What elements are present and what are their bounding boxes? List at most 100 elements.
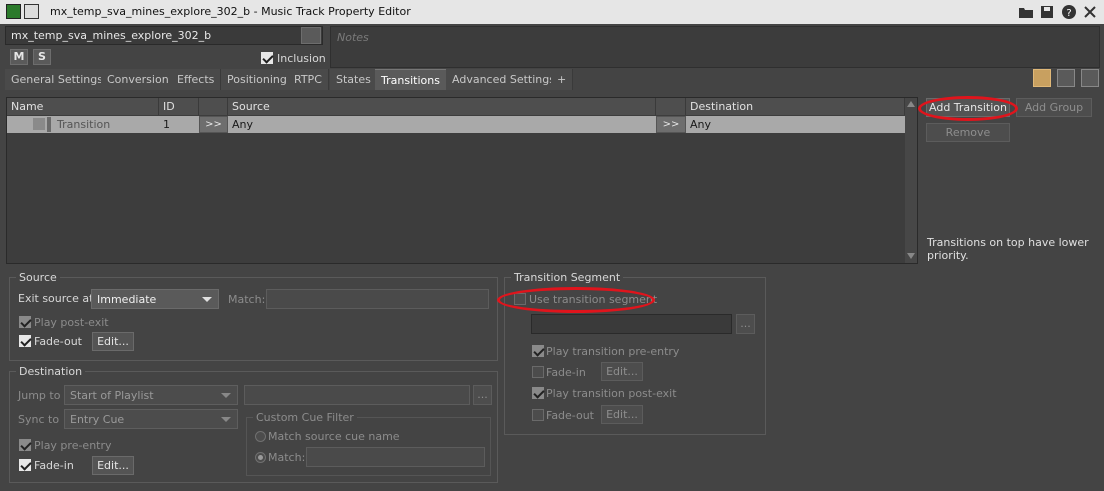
fade-in-label: Fade-in (34, 459, 74, 472)
source-picker-button[interactable]: >> (199, 116, 228, 133)
sync-to-value: Entry Cue (70, 413, 125, 426)
object-name-field[interactable]: mx_temp_sva_mines_explore_302_b (5, 26, 323, 45)
segment-play-pre-entry-label: Play transition pre-entry (546, 345, 680, 358)
row-name: Transition (57, 118, 111, 131)
chevron-down-icon (221, 393, 231, 398)
destination-group-title: Destination (16, 365, 86, 378)
play-post-exit-checkbox[interactable] (19, 316, 31, 328)
transition-icon (33, 118, 45, 130)
transition-segment-title: Transition Segment (511, 271, 624, 284)
segment-fade-out-edit-button[interactable]: Edit... (601, 405, 643, 424)
segment-play-pre-entry-checkbox[interactable] (532, 345, 544, 357)
match-cue-radio[interactable] (255, 452, 266, 463)
sync-to-select[interactable]: Entry Cue (64, 409, 238, 429)
tab-general-settings[interactable]: General Settings (5, 69, 110, 90)
match-cue-input[interactable] (306, 447, 485, 467)
scroll-up-icon[interactable] (907, 101, 915, 107)
save-icon[interactable] (1039, 4, 1055, 20)
tab-conversion[interactable]: Conversion (101, 69, 176, 90)
tab-states[interactable]: States (330, 69, 378, 90)
column-destination[interactable]: Destination (686, 98, 905, 115)
jump-to-value: Start of Playlist (70, 389, 154, 402)
tab-positioning[interactable]: Positioning (221, 69, 294, 90)
destination-picker-button[interactable]: >> (656, 116, 686, 133)
svg-text:?: ? (1066, 8, 1071, 19)
transitions-table[interactable]: Name ID Source Destination Transition 1 … (6, 97, 918, 264)
tab-rtpc[interactable]: RTPC (288, 69, 329, 90)
pin-icon[interactable] (24, 4, 39, 19)
row-id: 1 (163, 118, 170, 131)
mute-button[interactable]: M (10, 49, 28, 65)
fade-in-edit-button[interactable]: Edit... (92, 456, 134, 475)
single-layout-icon[interactable] (1033, 69, 1051, 87)
match-cue-label: Match: (268, 451, 306, 464)
column-destination-button (656, 98, 686, 115)
help-icon[interactable]: ? (1061, 4, 1077, 20)
tab-effects[interactable]: Effects (171, 69, 222, 90)
source-match-input[interactable] (266, 289, 489, 309)
tab-add[interactable]: + (551, 69, 573, 90)
close-icon[interactable] (1082, 4, 1098, 20)
column-name[interactable]: Name (7, 98, 159, 115)
match-source-cue-radio[interactable] (255, 431, 266, 442)
notes-field[interactable]: Notes (330, 26, 1100, 68)
expand-icon[interactable] (301, 27, 321, 44)
match-source-cue-label: Match source cue name (268, 430, 400, 443)
play-pre-entry-checkbox[interactable] (19, 439, 31, 451)
tab-transitions[interactable]: Transitions (375, 69, 447, 90)
segment-play-post-exit-checkbox[interactable] (532, 387, 544, 399)
color-bar-icon (47, 117, 51, 132)
add-group-button[interactable]: Add Group (1016, 98, 1092, 117)
use-segment-annotation (497, 287, 655, 313)
split-layout-icon[interactable] (1057, 69, 1075, 87)
solo-button[interactable]: S (33, 49, 51, 65)
fade-in-checkbox[interactable] (19, 459, 31, 471)
row-source: Any (232, 118, 254, 131)
play-post-exit-label: Play post-exit (34, 316, 109, 329)
chevron-down-icon (202, 297, 212, 302)
tab-advanced-settings[interactable]: Advanced Settings (446, 69, 562, 90)
segment-browse-button[interactable]: ... (736, 314, 755, 334)
source-match-label: Match: (228, 293, 266, 306)
folder-icon[interactable] (1018, 4, 1034, 20)
segment-fade-in-checkbox[interactable] (532, 366, 544, 378)
chevron-down-icon (221, 417, 231, 422)
add-transition-annotation (918, 96, 1018, 121)
table-scrollbar[interactable] (905, 98, 917, 263)
inclusion-checkbox[interactable] (261, 52, 273, 64)
jump-to-select[interactable]: Start of Playlist (64, 385, 238, 405)
play-pre-entry-label: Play pre-entry (34, 439, 112, 452)
segment-field[interactable] (531, 314, 732, 334)
inclusion-label: Inclusion (277, 52, 326, 65)
remove-button[interactable]: Remove (926, 123, 1010, 142)
exit-source-select[interactable]: Immediate (91, 289, 219, 309)
window-title-object: mx_temp_sva_mines_explore_302_b (50, 5, 251, 18)
exit-source-value: Immediate (97, 293, 157, 306)
priority-hint: Transitions on top have lower priority. (927, 236, 1089, 262)
column-source-button (199, 98, 228, 115)
column-id[interactable]: ID (159, 98, 199, 115)
segment-play-post-exit-label: Play transition post-exit (546, 387, 677, 400)
custom-cue-filter-title: Custom Cue Filter (253, 411, 357, 424)
title-bar: mx_temp_sva_mines_explore_302_b - Music … (0, 0, 1104, 24)
segment-fade-in-edit-button[interactable]: Edit... (601, 362, 643, 381)
source-group-title: Source (16, 271, 60, 284)
fade-out-label: Fade-out (34, 335, 82, 348)
segment-fade-out-checkbox[interactable] (532, 409, 544, 421)
window-title: mx_temp_sva_mines_explore_302_b - Music … (50, 5, 411, 18)
column-source[interactable]: Source (228, 98, 656, 115)
music-track-icon (6, 4, 21, 19)
stack-layout-icon[interactable] (1081, 69, 1099, 87)
jump-target-field[interactable] (244, 385, 470, 405)
scroll-down-icon[interactable] (907, 253, 915, 259)
segment-fade-in-label: Fade-in (546, 366, 586, 379)
jump-to-label: Jump to (18, 389, 61, 402)
notes-placeholder: Notes (337, 31, 369, 44)
row-destination: Any (690, 118, 712, 131)
fade-out-edit-button[interactable]: Edit... (92, 332, 134, 351)
table-row[interactable]: Transition 1 >> Any >> Any (7, 116, 905, 133)
jump-browse-button[interactable]: ... (473, 385, 492, 405)
window-title-suffix: - Music Track Property Editor (250, 5, 411, 18)
fade-out-checkbox[interactable] (19, 335, 31, 347)
exit-source-label: Exit source at (18, 292, 94, 305)
